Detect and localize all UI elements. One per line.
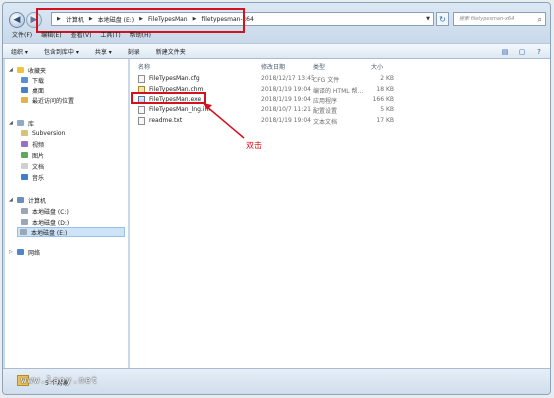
file-row[interactable]: readme.txt 2018/1/19 19:04 文本文档 17 KB (132, 116, 406, 126)
column-header-type[interactable]: 类型 (313, 62, 325, 71)
column-header-name[interactable]: 名称 (138, 62, 150, 71)
nav-network[interactable]: 网络 (17, 247, 40, 257)
help-icon[interactable]: ? (532, 46, 546, 57)
refresh-button[interactable]: ↻ (436, 12, 449, 26)
back-arrow-icon: ◀ (13, 15, 21, 25)
nav-library[interactable]: 库 (17, 118, 34, 128)
nav-subversion[interactable]: Subversion (21, 128, 65, 138)
double-click-annotation: 双击 (246, 141, 262, 150)
drive-e-icon (20, 229, 27, 235)
nav-drive-d[interactable]: 本地磁盘 (D:) (21, 217, 69, 227)
nav-desktop[interactable]: 桌面 (21, 85, 44, 95)
include-in-library-button[interactable]: 包含到库中 ▾ (44, 47, 79, 56)
preview-pane-icon[interactable]: ▢ (515, 46, 529, 57)
library-icon (17, 120, 24, 126)
pictures-library-icon (21, 152, 28, 158)
menu-help[interactable]: 帮助(H) (130, 30, 151, 39)
file-row[interactable]: FileTypesMan.cfg 2018/12/17 13:45 CFG 文件… (132, 74, 406, 84)
expand-computer-icon[interactable]: ◢ (9, 197, 13, 203)
menu-edit[interactable]: 编辑(E) (41, 30, 61, 39)
music-library-icon (21, 174, 28, 180)
nav-documents[interactable]: 文档 (21, 161, 44, 171)
back-button[interactable]: ◀ (9, 12, 25, 28)
subversion-library-icon (21, 130, 28, 136)
nav-videos[interactable]: 视频 (21, 139, 44, 149)
exe-highlight-box (131, 92, 206, 104)
explorer-window: ◀ ▶ ▶ 计算机 ▶ 本地磁盘 (E:) ▶ FileTypesMan ▶ f… (2, 2, 551, 395)
txt-file-icon (138, 117, 145, 125)
downloads-folder-icon (21, 77, 28, 83)
navigation-pane: ◢ 收藏夹 下载 桌面 最近访问的位置 ◢ 库 Subversion 视频 图片… (5, 59, 128, 368)
new-folder-button[interactable]: 新建文件夹 (156, 47, 186, 56)
nav-drive-c[interactable]: 本地磁盘 (C:) (21, 206, 69, 216)
refresh-icon: ↻ (439, 14, 446, 24)
view-options-icon[interactable]: ▤ (498, 46, 512, 57)
nav-drive-e[interactable]: 本地磁盘 (E:) (17, 227, 125, 237)
expand-library-icon[interactable]: ◢ (9, 120, 13, 126)
nav-music[interactable]: 音乐 (21, 172, 44, 182)
menu-tools[interactable]: 工具(T) (100, 30, 120, 39)
network-icon (17, 249, 24, 255)
watermark-text: www.laoy.net (21, 376, 99, 386)
search-icon[interactable]: ⌕ (538, 14, 542, 26)
menu-bar: 文件(F) 编辑(E) 查看(V) 工具(T) 帮助(H) (3, 29, 550, 39)
desktop-icon (21, 87, 28, 93)
file-row[interactable]: FileTypesMan_lng.ini 2018/10/7 11:21 配置设… (132, 105, 406, 115)
nav-pictures[interactable]: 图片 (21, 150, 44, 160)
burn-button[interactable]: 刻录 (128, 47, 140, 56)
command-toolbar: 组织 ▾ 包含到库中 ▾ 共享 ▾ 刻录 新建文件夹 ▤ ▢ ? (3, 43, 550, 59)
nav-favorites[interactable]: 收藏夹 (17, 65, 46, 75)
computer-icon (17, 197, 24, 203)
search-input[interactable]: 搜索 filetypesman-x64 ⌕ (453, 12, 546, 26)
drive-d-icon (21, 219, 28, 225)
column-header-size[interactable]: 大小 (371, 62, 383, 71)
search-placeholder: 搜索 filetypesman-x64 (459, 16, 515, 22)
nav-downloads[interactable]: 下载 (21, 75, 44, 85)
documents-library-icon (21, 163, 28, 169)
expand-network-icon[interactable]: ▷ (9, 249, 13, 255)
menu-view[interactable]: 查看(V) (71, 30, 92, 39)
file-list-pane: 名称 修改日期 类型 大小 FileTypesMan.cfg 2018/12/1… (130, 59, 550, 368)
column-header-date[interactable]: 修改日期 (261, 62, 285, 71)
share-button[interactable]: 共享 ▾ (95, 47, 112, 56)
cfg-file-icon (138, 75, 145, 83)
ini-settings-file-icon (138, 106, 145, 114)
videos-library-icon (21, 141, 28, 147)
recent-places-icon (21, 97, 28, 103)
expand-favorites-icon[interactable]: ◢ (9, 67, 13, 73)
organize-button[interactable]: 组织 ▾ (11, 47, 28, 56)
drive-c-icon (21, 208, 28, 214)
nav-recent-places[interactable]: 最近访问的位置 (21, 95, 74, 105)
favorites-star-icon (17, 67, 24, 73)
menu-file[interactable]: 文件(F) (12, 30, 32, 39)
nav-computer[interactable]: 计算机 (17, 195, 46, 205)
address-dropdown-icon[interactable]: ▼ (426, 16, 430, 22)
